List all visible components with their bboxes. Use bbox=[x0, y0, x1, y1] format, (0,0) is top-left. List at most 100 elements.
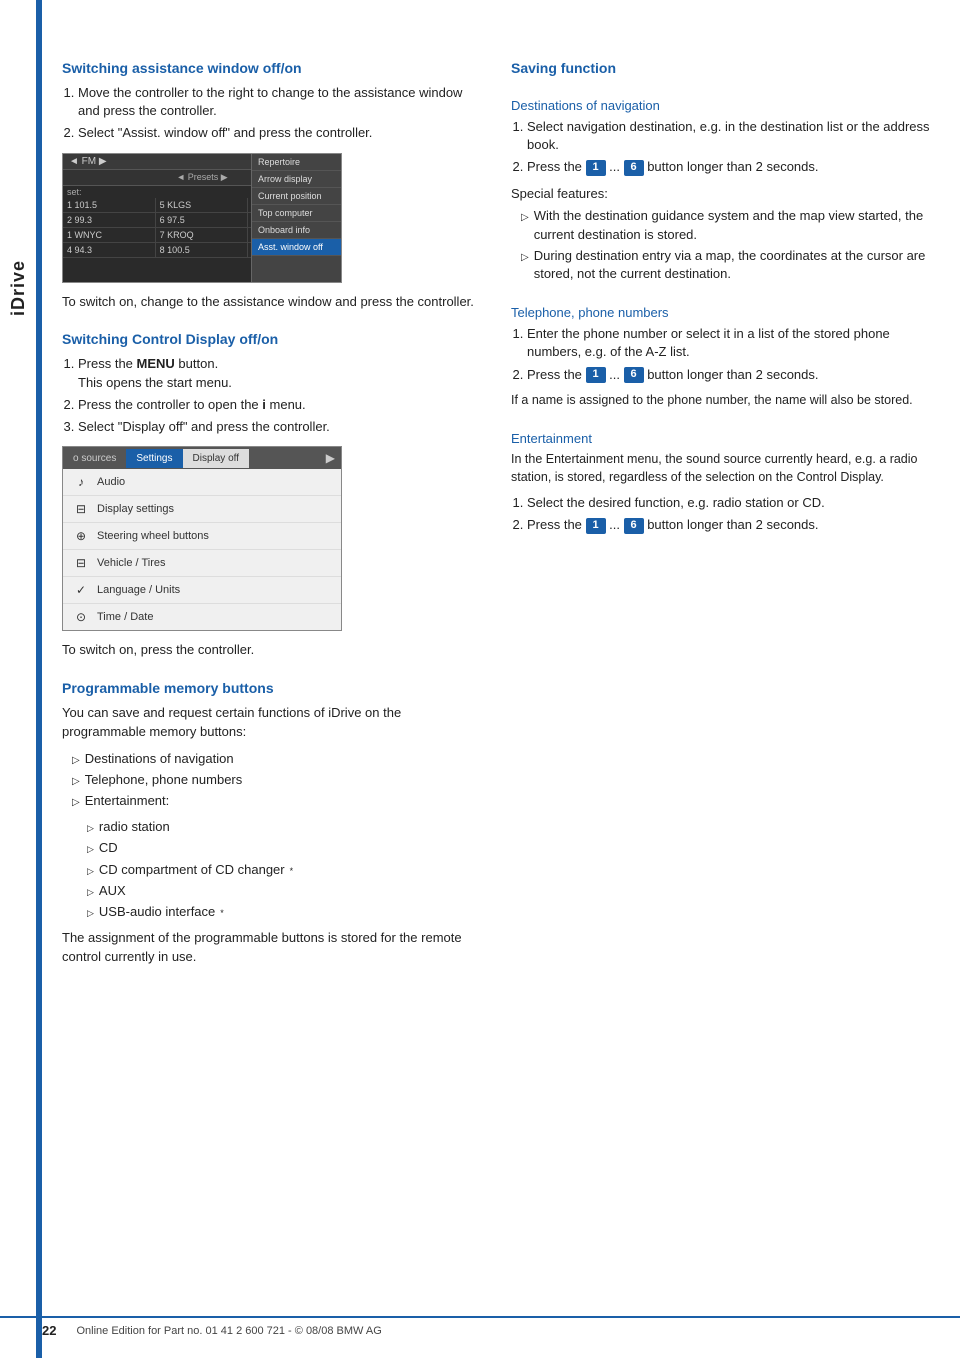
steps-entertainment: Select the desired function, e.g. radio … bbox=[511, 494, 930, 534]
side-tab: iDrive bbox=[0, 0, 36, 1358]
tab-sources: o sources bbox=[63, 449, 126, 468]
left-column: Switching assistance window off/on Move … bbox=[62, 60, 481, 1318]
radio-cell: 1 101.5 bbox=[63, 198, 156, 212]
i-symbol: i bbox=[262, 397, 266, 412]
bullet-item: USB-audio interface* bbox=[87, 903, 481, 921]
right-column: Saving function Destinations of navigati… bbox=[511, 60, 930, 1318]
sub-gap bbox=[511, 417, 930, 423]
menu-item: Top computer bbox=[252, 205, 341, 222]
menu-label-audio: Audio bbox=[97, 476, 125, 488]
sub-gap bbox=[511, 84, 930, 90]
subheading-entertainment: Entertainment bbox=[511, 431, 930, 446]
language-icon: ✓ bbox=[73, 582, 89, 598]
radio-fm-label: ◄ FM ▶ bbox=[69, 156, 107, 167]
programmable-bullets-sub: radio station CD CD compartment of CD ch… bbox=[62, 818, 481, 921]
heading-switching-assist: Switching assistance window off/on bbox=[62, 60, 481, 76]
steps-switching-assist: Move the controller to the right to chan… bbox=[62, 84, 481, 143]
radio-cell: 8 100.5 bbox=[156, 243, 249, 257]
settings-screenshot: o sources Settings Display off ▶ ♪ Audio… bbox=[62, 446, 342, 631]
menu-row-language: ✓ Language / Units bbox=[63, 577, 341, 604]
section-switching-display: Switching Control Display off/on Press t… bbox=[62, 331, 481, 660]
bullet-item: Telephone, phone numbers bbox=[72, 771, 481, 789]
menu-row-steering: ⊕ Steering wheel buttons bbox=[63, 523, 341, 550]
subheading-destinations: Destinations of navigation bbox=[511, 98, 930, 113]
steps-switching-display: Press the MENU button.This opens the sta… bbox=[62, 355, 481, 436]
tab-settings: Settings bbox=[126, 449, 182, 468]
programmable-intro: You can save and request certain functio… bbox=[62, 704, 481, 742]
step-item: Press the 1 ... 6 button longer than 2 s… bbox=[527, 158, 930, 176]
footer: 22 Online Edition for Part no. 01 41 2 6… bbox=[0, 1316, 960, 1338]
section-programmable: Programmable memory buttons You can save… bbox=[62, 680, 481, 967]
footer-text: Online Edition for Part no. 01 41 2 600 … bbox=[76, 1325, 381, 1337]
programmable-note: The assignment of the programmable butto… bbox=[62, 929, 481, 967]
button-6: 6 bbox=[624, 160, 644, 176]
tab-arrow: ▶ bbox=[320, 447, 341, 469]
step-item: Select navigation destination, e.g. in t… bbox=[527, 118, 930, 154]
note-switching-display: To switch on, press the controller. bbox=[62, 641, 481, 660]
time-icon: ⊙ bbox=[73, 609, 89, 625]
button-6-ent: 6 bbox=[624, 518, 644, 534]
sub-gap bbox=[511, 291, 930, 297]
section-entertainment: Entertainment In the Entertainment menu,… bbox=[511, 431, 930, 534]
bullet-item: Destinations of navigation bbox=[72, 750, 481, 768]
steering-icon: ⊕ bbox=[73, 528, 89, 544]
bullet-item: AUX bbox=[87, 882, 481, 900]
menu-label-language: Language / Units bbox=[97, 584, 180, 596]
step-item: Select "Assist. window off" and press th… bbox=[78, 124, 481, 142]
radio-cell: 6 97.5 bbox=[156, 213, 249, 227]
heading-saving: Saving function bbox=[511, 60, 930, 76]
side-tab-label: iDrive bbox=[8, 260, 29, 316]
bullet-item: radio station bbox=[87, 818, 481, 836]
menu-item: Current position bbox=[252, 188, 341, 205]
settings-menu: ♪ Audio ⊟ Display settings ⊕ Steering wh… bbox=[63, 469, 341, 630]
destinations-special-bullets: With the destination guidance system and… bbox=[511, 207, 930, 283]
step-item: Press the 1 ... 6 button longer than 2 s… bbox=[527, 516, 930, 534]
radio-context-menu: Repertoire Arrow display Current positio… bbox=[251, 154, 341, 282]
menu-label-display: Display settings bbox=[97, 503, 174, 515]
menu-item-selected: Asst. window off bbox=[252, 239, 341, 256]
main-content: Switching assistance window off/on Move … bbox=[42, 0, 960, 1358]
section-telephone: Telephone, phone numbers Enter the phone… bbox=[511, 305, 930, 409]
button-1: 1 bbox=[586, 160, 606, 176]
step-item: Press the MENU button.This opens the sta… bbox=[78, 355, 481, 391]
vehicle-icon: ⊟ bbox=[73, 555, 89, 571]
menu-item: Repertoire bbox=[252, 154, 341, 171]
step-item: Move the controller to the right to chan… bbox=[78, 84, 481, 120]
radio-screenshot: ◄ FM ▶ ▲ ◄ Presets ▶ set: 1 101.5 5 KLGS… bbox=[62, 153, 342, 283]
button-1-ent: 1 bbox=[586, 518, 606, 534]
radio-screenshot-inner: ◄ FM ▶ ▲ ◄ Presets ▶ set: 1 101.5 5 KLGS… bbox=[63, 154, 341, 282]
display-icon: ⊟ bbox=[73, 501, 89, 517]
radio-cell: 1 WNYC bbox=[63, 228, 156, 242]
tab-display-off: Display off bbox=[183, 449, 250, 468]
radio-cell: 4 94.3 bbox=[63, 243, 156, 257]
settings-tabs-bar: o sources Settings Display off ▶ bbox=[63, 447, 341, 469]
entertainment-intro: In the Entertainment menu, the sound sou… bbox=[511, 451, 930, 486]
section-switching-assist: Switching assistance window off/on Move … bbox=[62, 60, 481, 311]
step-item: Select "Display off" and press the contr… bbox=[78, 418, 481, 436]
heading-switching-display: Switching Control Display off/on bbox=[62, 331, 481, 347]
heading-programmable: Programmable memory buttons bbox=[62, 680, 481, 696]
step-item: Enter the phone number or select it in a… bbox=[527, 325, 930, 361]
menu-row-time: ⊙ Time / Date bbox=[63, 604, 341, 630]
bullet-item: CD compartment of CD changer* bbox=[87, 861, 481, 879]
radio-cell: 7 KROQ bbox=[156, 228, 249, 242]
menu-label-steering: Steering wheel buttons bbox=[97, 530, 209, 542]
audio-icon: ♪ bbox=[73, 474, 89, 490]
steps-telephone: Enter the phone number or select it in a… bbox=[511, 325, 930, 384]
note-switching-assist: To switch on, change to the assistance w… bbox=[62, 293, 481, 312]
menu-row-display: ⊟ Display settings bbox=[63, 496, 341, 523]
bullet-item: CD bbox=[87, 839, 481, 857]
bullet-item: Entertainment: bbox=[72, 792, 481, 810]
special-features-label: Special features: bbox=[511, 185, 930, 204]
radio-cell: 2 99.3 bbox=[63, 213, 156, 227]
radio-cell: 5 KLGS bbox=[156, 198, 249, 212]
menu-item: Arrow display bbox=[252, 171, 341, 188]
subheading-telephone: Telephone, phone numbers bbox=[511, 305, 930, 320]
page-container: iDrive Switching assistance window off/o… bbox=[0, 0, 960, 1358]
page-number: 22 bbox=[42, 1323, 56, 1338]
step-item: Press the 1 ... 6 button longer than 2 s… bbox=[527, 366, 930, 384]
bullet-item: During destination entry via a map, the … bbox=[521, 247, 930, 283]
section-gap bbox=[62, 319, 481, 331]
section-gap bbox=[62, 668, 481, 680]
menu-row-vehicle: ⊟ Vehicle / Tires bbox=[63, 550, 341, 577]
